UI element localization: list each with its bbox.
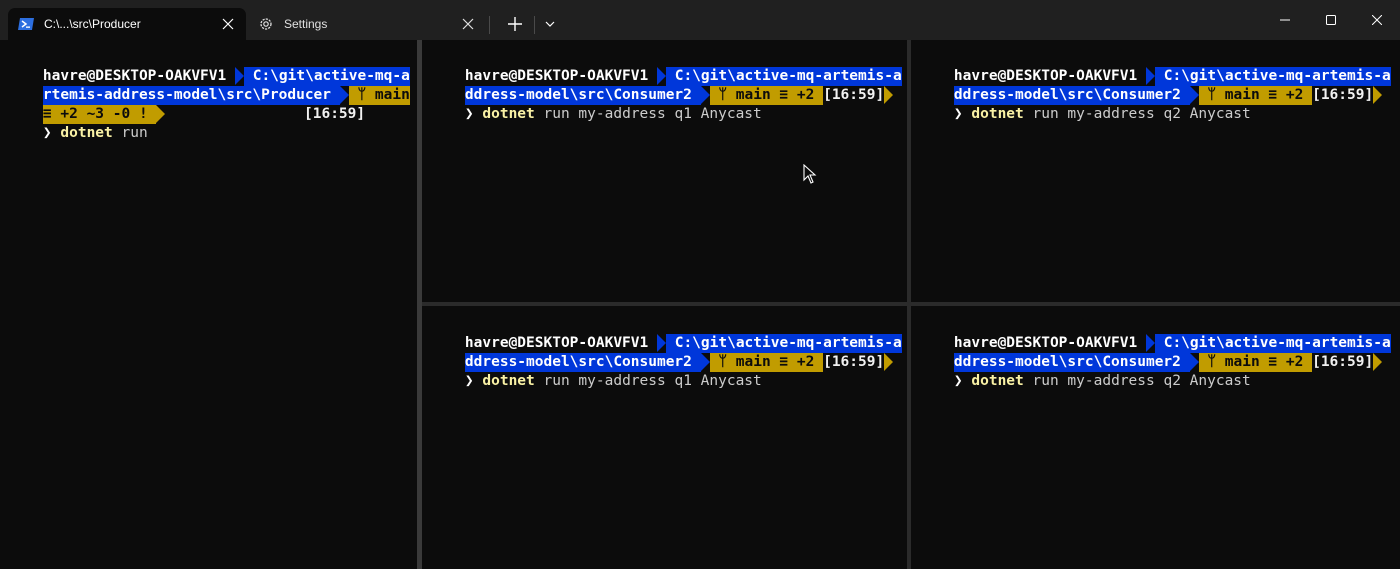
prompt-symbol: ❯ xyxy=(953,106,963,122)
terminal-pane-consumer-3[interactable]: havre@DESKTOP-OAKVFV1 C:\git\active-mq-a… xyxy=(422,306,907,569)
prompt-line: rtemis-address-model\src\Producer ᛘ main xyxy=(8,67,410,105)
prompt-line: havre@DESKTOP-OAKVFV1 C:\git\active-mq-a… xyxy=(919,315,1391,353)
prompt-time: [16:59] xyxy=(304,106,366,122)
command-line: ❯ dotnet run my-address q1 Anycast xyxy=(430,86,762,122)
separator xyxy=(534,16,535,34)
command-line: ❯ dotnet run my-address q2 Anycast xyxy=(919,86,1251,122)
command-name: dotnet xyxy=(482,373,535,389)
prompt-time: [16:59] xyxy=(823,354,885,370)
prompt-symbol: ❯ xyxy=(42,125,52,141)
minimize-button[interactable] xyxy=(1262,0,1308,40)
prompt-line: ddress-model\src\Consumer2 ᛘ main ≡ +2 [… xyxy=(430,334,894,372)
close-tab-button[interactable] xyxy=(214,10,242,38)
tab-label: C:\...\src\Producer xyxy=(44,17,141,31)
terminal-pane-consumer-2[interactable]: havre@DESKTOP-OAKVFV1 C:\git\active-mq-a… xyxy=(911,40,1400,302)
close-tab-button[interactable] xyxy=(454,10,482,38)
segment-arrow xyxy=(1373,353,1383,371)
prompt-line: ddress-model\src\Consumer2 ᛘ main ≡ +2 [… xyxy=(430,67,894,105)
command-args: run my-address q2 Anycast xyxy=(1032,373,1251,389)
prompt-time: [16:59] xyxy=(1312,87,1374,103)
command-name: dotnet xyxy=(482,106,535,122)
command-args: run my-address q1 Anycast xyxy=(543,373,762,389)
title-bar: C:\...\src\Producer Settings xyxy=(0,0,1400,40)
maximize-icon xyxy=(1326,15,1336,25)
mouse-cursor-icon xyxy=(803,164,817,184)
command-name: dotnet xyxy=(60,125,113,141)
prompt-symbol: ❯ xyxy=(464,373,474,389)
command-name: dotnet xyxy=(971,373,1024,389)
command-name: dotnet xyxy=(971,106,1024,122)
minimize-icon xyxy=(1280,19,1290,21)
prompt-symbol: ❯ xyxy=(464,106,474,122)
command-line: ❯ dotnet run my-address q1 Anycast xyxy=(430,353,762,389)
tab-producer[interactable]: C:\...\src\Producer xyxy=(8,8,246,40)
command-args: run my-address q1 Anycast xyxy=(543,106,762,122)
prompt-time: [16:59] xyxy=(1312,354,1374,370)
tab-settings[interactable]: Settings xyxy=(248,8,486,40)
command-line: ❯ dotnet run my-address q2 Anycast xyxy=(919,353,1251,389)
close-window-button[interactable] xyxy=(1354,0,1400,40)
terminal-pane-producer[interactable]: havre@DESKTOP-OAKVFV1 C:\git\active-mq-a… xyxy=(0,40,417,569)
maximize-button[interactable] xyxy=(1308,0,1354,40)
command-args: run my-address q2 Anycast xyxy=(1032,106,1251,122)
prompt-symbol: ❯ xyxy=(953,373,963,389)
prompt-line: havre@DESKTOP-OAKVFV1 C:\git\active-mq-a xyxy=(8,48,410,86)
tab-label: Settings xyxy=(284,17,328,31)
segment-arrow xyxy=(1373,86,1383,104)
new-tab-button[interactable] xyxy=(500,10,530,38)
close-icon xyxy=(222,18,234,30)
powershell-icon xyxy=(18,16,34,32)
tab-dropdown-button[interactable] xyxy=(538,10,562,38)
terminal-pane-consumer-1[interactable]: havre@DESKTOP-OAKVFV1 C:\git\active-mq-a… xyxy=(422,40,907,302)
prompt-line: havre@DESKTOP-OAKVFV1 C:\git\active-mq-a… xyxy=(919,48,1391,86)
command-line: ❯ dotnet run xyxy=(8,105,148,141)
prompt-line: ddress-model\src\Consumer2 ᛘ main ≡ +2 [… xyxy=(919,334,1383,372)
prompt-line: havre@DESKTOP-OAKVFV1 C:\git\active-mq-a… xyxy=(430,48,902,86)
chevron-down-icon xyxy=(545,21,555,27)
close-icon xyxy=(1372,15,1382,25)
gear-icon xyxy=(258,16,274,32)
prompt-line: ≡ +2 ~3 -0 ! [16:59] xyxy=(8,86,388,124)
plus-icon xyxy=(508,17,522,31)
terminal-pane-consumer-4[interactable]: havre@DESKTOP-OAKVFV1 C:\git\active-mq-a… xyxy=(911,306,1400,569)
segment-arrow xyxy=(884,353,894,371)
prompt-time: [16:59] xyxy=(823,87,885,103)
close-icon xyxy=(462,18,474,30)
prompt-line: ddress-model\src\Consumer2 ᛘ main ≡ +2 [… xyxy=(919,67,1383,105)
command-args: run xyxy=(121,125,148,141)
separator xyxy=(489,16,490,34)
segment-arrow xyxy=(156,105,166,123)
prompt-line: havre@DESKTOP-OAKVFV1 C:\git\active-mq-a… xyxy=(430,315,902,353)
segment-arrow xyxy=(884,86,894,104)
